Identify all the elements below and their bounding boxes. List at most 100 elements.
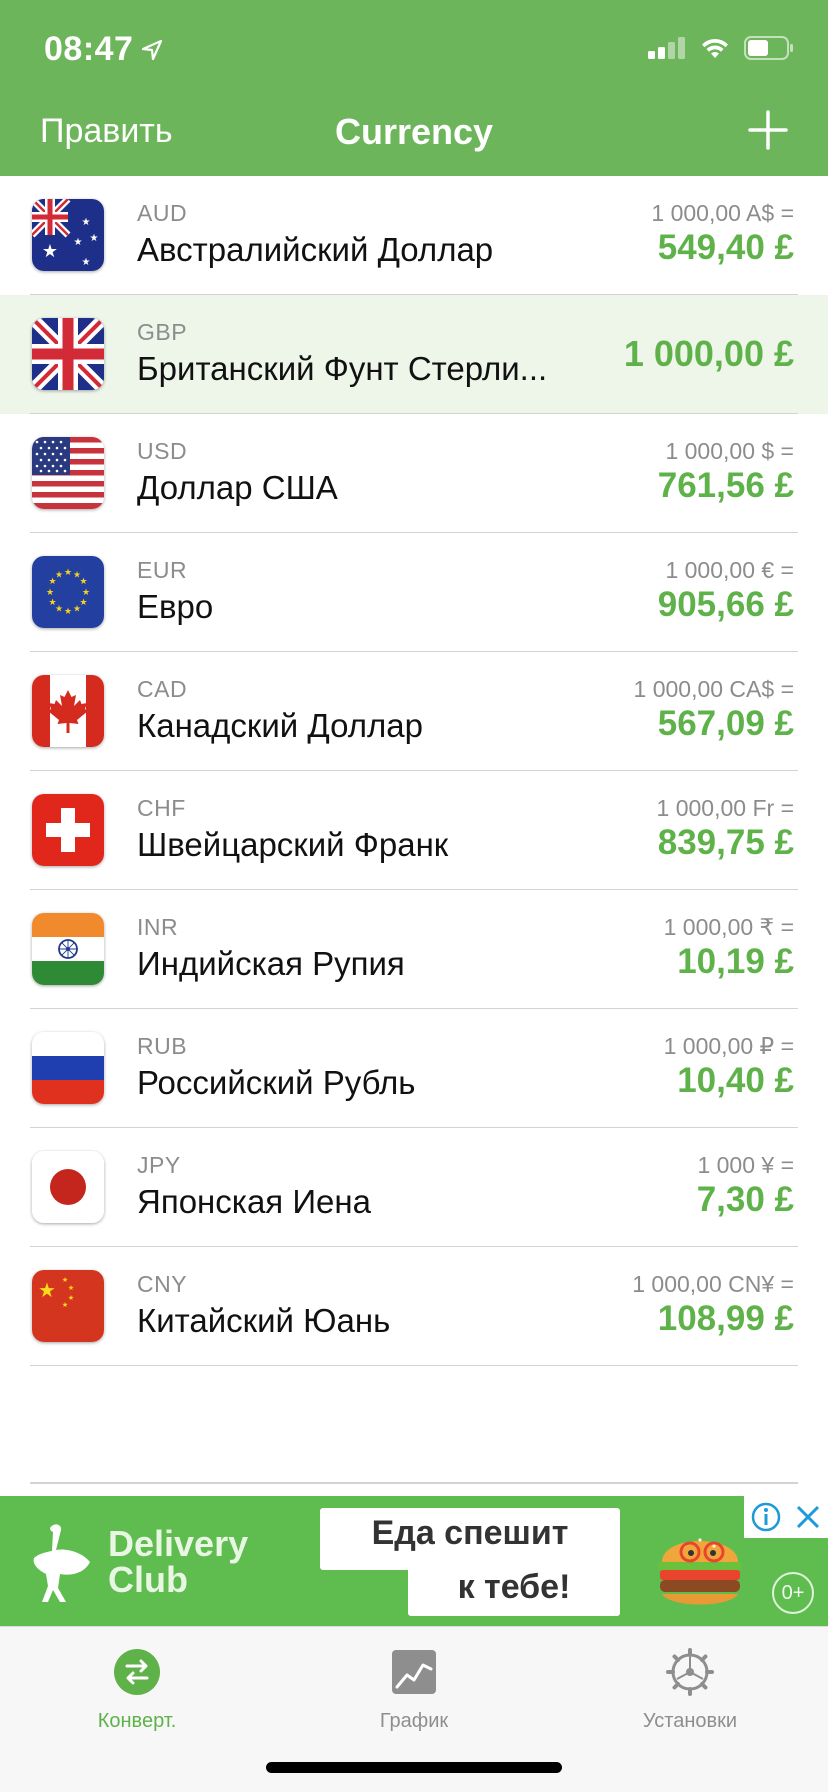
currency-name: Канадский Доллар: [137, 707, 423, 744]
ad-controls: [744, 1496, 828, 1538]
converted-amount: 761,56 £: [657, 466, 794, 505]
currency-row-eur[interactable]: ★ ★ ★ ★ ★ ★ ★ ★ ★ ★ ★ ★ EUR Евро 1 000,0…: [0, 533, 828, 652]
list-end-divider: [30, 1482, 798, 1484]
currency-code: AUD: [137, 200, 188, 226]
converted-amount: 10,40 £: [677, 1061, 794, 1100]
svg-text:★: ★: [68, 1284, 74, 1292]
currency-row-cny[interactable]: ★ ★ ★ ★ ★ CNY Китайский Юань 1 000,00 CN…: [0, 1247, 828, 1366]
ad-banner[interactable]: Delivery Club Еда спешит к тебе! 0+: [0, 1496, 828, 1626]
chart-icon: [392, 1650, 436, 1694]
navigation-header: 08:47 Править Currency: [0, 0, 828, 176]
currency-code: CHF: [137, 795, 186, 821]
svg-text:★: ★: [48, 598, 56, 608]
ad-close-icon[interactable]: [795, 1504, 821, 1530]
svg-text:★: ★: [73, 605, 81, 615]
base-amount: 1 000,00 ₹ =: [663, 914, 794, 940]
currency-name: Доллар США: [137, 469, 338, 506]
page-title: Currency: [334, 111, 494, 152]
currency-row-usd[interactable]: USD Доллар США 1 000,00 $ = 761,56 £: [0, 414, 828, 533]
converted-amount: 905,66 £: [657, 585, 794, 624]
tab-label: Установки: [642, 1710, 738, 1732]
base-amount: 1 000,00 € =: [665, 557, 794, 583]
china-flag-icon: ★ ★ ★ ★ ★: [32, 1270, 104, 1342]
ad-brand-name: Delivery Club: [108, 1526, 248, 1598]
converted-amount: 108,99 £: [657, 1299, 794, 1338]
currency-list: ★ ★ ★ ★ ★ AUD Австралийский Доллар 1 000…: [0, 176, 828, 1366]
base-amount: 1 000 ¥ =: [697, 1152, 794, 1178]
svg-text:★: ★: [64, 568, 72, 578]
converted-amount: 7,30 £: [696, 1180, 794, 1219]
location-arrow-icon: [142, 39, 163, 60]
cellular-signal-icon: [648, 37, 685, 59]
add-currency-button[interactable]: [748, 110, 788, 150]
wifi-icon: [702, 38, 728, 58]
currency-code: USD: [137, 438, 188, 464]
currency-name: Российский Рубль: [137, 1064, 416, 1101]
russia-flag-icon: [32, 1032, 104, 1104]
currency-code: INR: [137, 914, 179, 940]
currency-name: Британский Фунт Стерли...: [137, 350, 548, 387]
tab-convert[interactable]: Конверт.: [37, 1647, 237, 1733]
currency-code: GBP: [137, 319, 188, 345]
currency-code: RUB: [137, 1033, 188, 1059]
base-amount: 1 000,00 CA$ =: [633, 676, 794, 702]
currency-row-aud[interactable]: ★ ★ ★ ★ ★ AUD Австралийский Доллар 1 000…: [0, 176, 828, 295]
ad-info-icon[interactable]: [751, 1502, 781, 1532]
switzerland-flag-icon: [32, 794, 104, 866]
currency-code: EUR: [137, 557, 188, 583]
ostrich-logo-icon: [33, 1524, 90, 1602]
base-amount: 1 000,00 Fr =: [656, 795, 794, 821]
currency-code: CAD: [137, 676, 188, 702]
tab-settings[interactable]: Установки: [590, 1647, 790, 1733]
currency-row-gbp[interactable]: GBP Британский Фунт Стерли... 1 000,00 £: [0, 295, 828, 414]
age-rating-badge: 0+: [772, 1572, 814, 1614]
currency-name: Японская Иена: [137, 1183, 371, 1220]
home-indicator[interactable]: [266, 1762, 562, 1773]
currency-code: CNY: [137, 1271, 188, 1297]
converted-amount: 549,40 £: [657, 228, 794, 267]
svg-text:★: ★: [90, 233, 99, 244]
burger-mascot-icon: [658, 1538, 742, 1605]
currency-name: Швейцарский Франк: [137, 826, 449, 863]
uk-flag-icon: [32, 318, 104, 390]
currency-screen: 08:47 Править Currency ★ ★ ★ ★ ★ AUD Авс…: [0, 0, 828, 1792]
australia-flag-icon: ★ ★ ★ ★ ★: [32, 199, 104, 271]
svg-text:★: ★: [82, 217, 91, 228]
canada-flag-icon: [32, 675, 104, 747]
currency-code: JPY: [137, 1152, 181, 1178]
currency-name: Евро: [137, 588, 214, 625]
converted-amount: 839,75 £: [657, 823, 794, 862]
svg-text:★: ★: [55, 571, 63, 581]
svg-text:★: ★: [82, 588, 90, 598]
ad-headline-line2: к тебе!: [457, 1568, 571, 1606]
battery-icon: [744, 36, 793, 60]
base-currency-amount[interactable]: 1 000,00 £: [624, 333, 794, 375]
currency-name: Индийская Рупия: [137, 945, 405, 982]
tab-label: График: [379, 1710, 449, 1732]
svg-text:★: ★: [42, 241, 58, 262]
convert-icon: [114, 1649, 160, 1695]
tab-chart[interactable]: График: [314, 1647, 514, 1733]
svg-text:★: ★: [62, 1276, 68, 1284]
svg-text:★: ★: [38, 1278, 56, 1302]
base-amount: 1 000,00 ₽ =: [663, 1033, 794, 1059]
status-time-text: 08:47: [44, 30, 134, 68]
base-amount: 1 000,00 $ =: [665, 438, 794, 464]
base-amount: 1 000,00 CN¥ =: [632, 1271, 794, 1297]
svg-text:★: ★: [82, 257, 91, 268]
status-bar-time: 08:47: [44, 30, 163, 69]
japan-flag-icon: [32, 1151, 104, 1223]
currency-row-jpy[interactable]: JPY Японская Иена 1 000 ¥ = 7,30 £: [0, 1128, 828, 1247]
usa-flag-icon: [32, 437, 104, 509]
settings-gear-icon: [666, 1648, 714, 1696]
svg-text:★: ★: [64, 607, 72, 617]
currency-row-cad[interactable]: CAD Канадский Доллар 1 000,00 CA$ = 567,…: [0, 652, 828, 771]
tab-label: Конверт.: [97, 1710, 177, 1732]
currency-row-rub[interactable]: RUB Российский Рубль 1 000,00 ₽ = 10,40 …: [0, 1009, 828, 1128]
currency-name: Австралийский Доллар: [137, 231, 494, 268]
ad-brand-line1: Delivery: [108, 1523, 249, 1564]
currency-row-chf[interactable]: CHF Швейцарский Франк 1 000,00 Fr = 839,…: [0, 771, 828, 890]
svg-text:★: ★: [68, 1294, 74, 1302]
currency-row-inr[interactable]: INR Индийская Рупия 1 000,00 ₹ = 10,19 £: [0, 890, 828, 1009]
currency-name: Китайский Юань: [137, 1302, 391, 1339]
